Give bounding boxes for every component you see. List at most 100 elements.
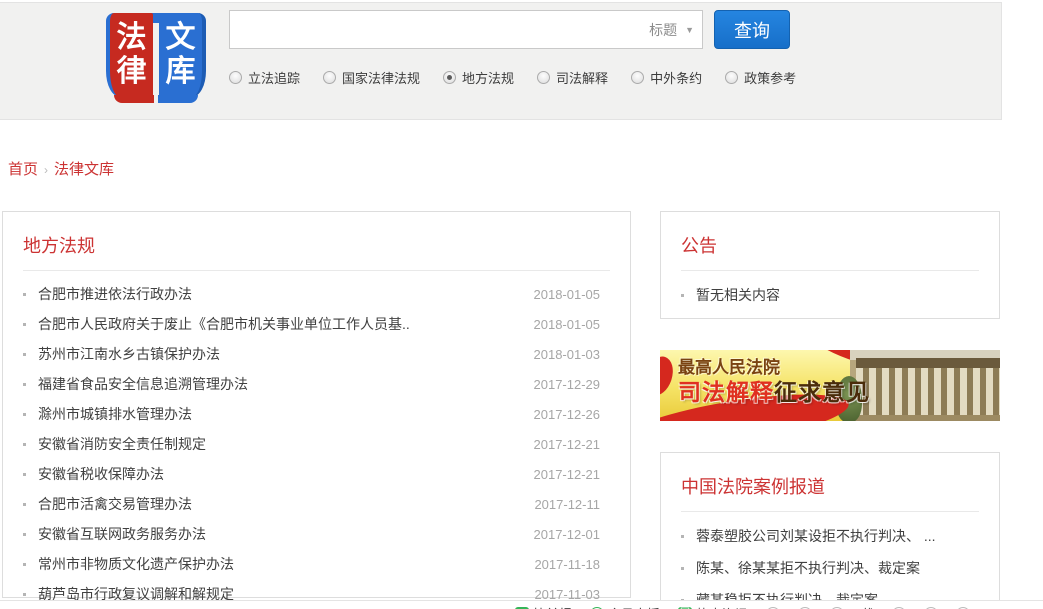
toolbar-item-label: 热点资讯 [696, 604, 748, 609]
radio-icon [443, 71, 456, 84]
toolbar-item-label: 会员直播 [608, 604, 660, 609]
bullet-icon [23, 323, 26, 326]
law-title-link[interactable]: 滁州市城镇排水管理办法 [38, 404, 522, 424]
law-title-link[interactable]: 福建省食品安全信息追溯管理办法 [38, 374, 522, 394]
law-row: 苏州市江南水乡古镇保护办法 2018-01-03 [3, 339, 630, 369]
bullet-icon [23, 533, 26, 536]
law-row: 安徽省税收保障办法 2017-12-21 [3, 459, 630, 489]
radio-label: 中外条约 [650, 68, 702, 87]
bullet-icon [23, 473, 26, 476]
radio-label: 政策参考 [744, 68, 796, 87]
law-row: 安徽省互联网政务服务办法2017-12-01 [3, 519, 630, 549]
toolbar-item-label: 快前报 [533, 604, 572, 609]
law-title-link[interactable]: 安徽省互联网政务服务办法 [38, 524, 522, 544]
law-row: 合肥市活禽交易管理办法 2017-12-11 [3, 489, 630, 519]
law-row: 常州市非物质文化遗产保护办法 2017-11-18 [3, 549, 630, 579]
panel-title: 公告 [661, 212, 999, 270]
list-item: 暂无相关内容 [661, 279, 999, 311]
bullet-icon [23, 593, 26, 596]
case-row: 蓉泰塑胶公司刘某设拒不执行判决、 ... [661, 520, 999, 552]
law-title-link[interactable]: 常州市非物质文化遗产保护办法 [38, 554, 522, 574]
law-title-link[interactable]: 安徽省消防安全责任制规定 [38, 434, 522, 454]
law-title-link[interactable]: 合肥市人民政府关于废止《合肥市机关事业单位工作人员基.. [38, 314, 522, 334]
bullet-icon [23, 383, 26, 386]
banner-ribbon [660, 353, 678, 399]
bullet-icon [681, 535, 684, 538]
category-radio-司法解释[interactable]: 司法解释 [537, 68, 608, 87]
law-row: 滁州市城镇排水管理办法 2017-12-26 [3, 399, 630, 429]
search-input[interactable] [230, 11, 702, 48]
browser-toolbar: ▶快前报◷会员直播回热点资讯◎◅↓下载田◔▭ [0, 600, 1043, 609]
supreme-court-banner[interactable]: 最高人民法院 司法解释征求意见 [660, 350, 1000, 421]
panel-title: 中国法院案例报道 [661, 453, 999, 511]
category-radio-立法追踪[interactable]: 立法追踪 [229, 68, 300, 87]
bullet-icon [681, 567, 684, 570]
chevron-down-icon: ▼ [685, 25, 694, 35]
law-row: 合肥市人民政府关于废止《合肥市机关事业单位工作人员基.. 2018-01-05 [3, 309, 630, 339]
law-row: 安徽省消防安全责任制规定 2017-12-21 [3, 429, 630, 459]
law-date: 2017-12-21 [534, 467, 601, 482]
breadcrumb-separator: › [44, 163, 48, 177]
law-date: 2017-11-18 [534, 557, 600, 572]
law-row: 福建省食品安全信息追溯管理办法 2017-12-29 [3, 369, 630, 399]
law-date: 2017-12-11 [534, 497, 600, 512]
radio-icon [631, 71, 644, 84]
category-radio-地方法规[interactable]: 地方法规 [443, 68, 514, 87]
radio-icon [229, 71, 242, 84]
search-field-label: 标题 [649, 20, 677, 40]
law-title-link[interactable]: 合肥市推进依法行政办法 [38, 284, 522, 304]
law-title-link[interactable]: 苏州市江南水乡古镇保护办法 [38, 344, 522, 364]
courthouse-image [850, 350, 1000, 421]
case-list: 蓉泰塑胶公司刘某设拒不执行判决、 ...陈某、徐某某拒不执行判决、裁定案藏某稳拒… [661, 512, 999, 609]
court-cases-panel: 中国法院案例报道 蓉泰塑胶公司刘某设拒不执行判决、 ... 陈某、徐某某拒不执行判… [660, 452, 1000, 609]
case-title-link[interactable]: 蓉泰塑胶公司刘某设拒不执行判决、 ... [696, 526, 969, 546]
law-row: 合肥市推进依法行政办法 2018-01-05 [3, 279, 630, 309]
notice-empty-text: 暂无相关内容 [696, 285, 969, 305]
notice-panel: 公告 暂无相关内容 [660, 211, 1000, 319]
law-date: 2017-12-29 [534, 377, 601, 392]
download-toolbar-item[interactable]: ↓下载 [830, 604, 874, 609]
radio-label: 立法追踪 [248, 68, 300, 87]
bullet-icon [23, 353, 26, 356]
logo-left-page: 法律 [106, 13, 153, 97]
category-radio-政策参考[interactable]: 政策参考 [725, 68, 796, 87]
toolbar-item-label: 下载 [848, 604, 874, 609]
search-field-selector[interactable]: 标题 ▼ [649, 11, 694, 48]
panel-title: 地方法规 [3, 212, 630, 270]
radio-icon [323, 71, 336, 84]
search-button[interactable]: 查询 [714, 10, 790, 49]
logo-foot-left [114, 95, 154, 103]
bullet-icon [23, 563, 26, 566]
bullet-icon [23, 413, 26, 416]
bullet-icon [23, 503, 26, 506]
header: 法律 文库 标题 ▼ 查询 立法追踪 国家法律法规 地方法规 司法解释 中外条约 政策参考 [0, 2, 1002, 120]
category-radio-中外条约[interactable]: 中外条约 [631, 68, 702, 87]
site-logo[interactable]: 法律 文库 [106, 7, 206, 117]
case-title-link[interactable]: 陈某、徐某某拒不执行判决、裁定案 [696, 558, 969, 578]
bullet-icon [681, 294, 684, 297]
law-date: 2018-01-03 [534, 347, 601, 362]
law-title-link[interactable]: 安徽省税收保障办法 [38, 464, 522, 484]
radio-label: 国家法律法规 [342, 68, 420, 87]
bullet-icon [23, 293, 26, 296]
law-date: 2017-12-26 [534, 407, 601, 422]
bullet-icon [23, 443, 26, 446]
category-radio-group: 立法追踪 国家法律法规 地方法规 司法解释 中外条约 政策参考 [229, 68, 796, 87]
breadcrumb: 首页 › 法律文库 [8, 158, 114, 179]
breadcrumb-item-1[interactable]: 首页 [8, 161, 38, 178]
law-date: 2018-01-05 [534, 287, 601, 302]
play-toolbar-item[interactable]: ▶快前报 [515, 604, 572, 609]
breadcrumb-item-2[interactable]: 法律文库 [54, 161, 114, 178]
case-row: 陈某、徐某某拒不执行判决、裁定案 [661, 552, 999, 584]
law-date: 2018-01-05 [534, 317, 601, 332]
radio-icon [725, 71, 738, 84]
radio-label: 地方法规 [462, 68, 514, 87]
radio-icon [537, 71, 550, 84]
category-radio-国家法律法规[interactable]: 国家法律法规 [323, 68, 420, 87]
clock-toolbar-item[interactable]: ◷会员直播 [590, 604, 660, 609]
search-box: 标题 ▼ [229, 10, 703, 49]
law-title-link[interactable]: 合肥市活禽交易管理办法 [38, 494, 522, 514]
hot-news-toolbar-item[interactable]: 回热点资讯 [678, 604, 748, 609]
law-date: 2017-12-21 [534, 437, 601, 452]
logo-right-page: 文库 [159, 13, 206, 97]
